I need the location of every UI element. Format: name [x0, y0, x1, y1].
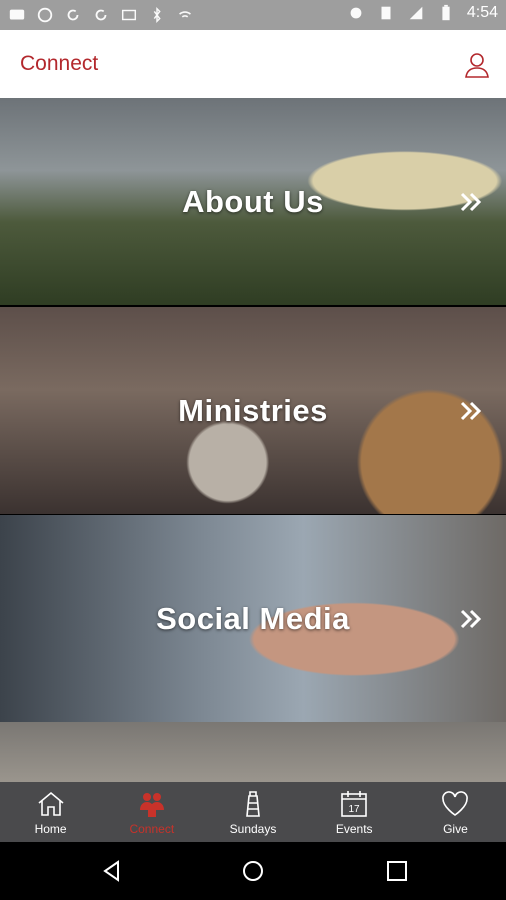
- tile-ministries[interactable]: Ministries: [0, 307, 506, 514]
- circle-icon: [350, 7, 362, 19]
- wifi-icon: [179, 11, 191, 18]
- tile-partial[interactable]: [0, 722, 506, 782]
- battery-icon: [442, 4, 450, 21]
- double-chevron-right-icon: [460, 192, 482, 211]
- tile-social-media[interactable]: Social Media: [0, 515, 506, 722]
- back-icon[interactable]: [100, 859, 124, 883]
- calendar-icon: 17: [341, 791, 368, 817]
- profile-icon[interactable]: [462, 50, 492, 80]
- home-icon: [38, 791, 64, 816]
- tab-give[interactable]: Give: [405, 782, 506, 842]
- tab-label: Events: [335, 822, 373, 836]
- bluetooth-icon: [153, 6, 161, 24]
- home-nav-icon[interactable]: [241, 859, 265, 883]
- tab-label: Home: [34, 822, 67, 836]
- sim-icon: [381, 6, 391, 20]
- status-bar: 4:54: [0, 0, 506, 30]
- system-nav-bar: [0, 842, 506, 900]
- tab-label: Give: [443, 822, 468, 836]
- tab-home[interactable]: Home: [0, 782, 101, 842]
- email-icon: [121, 9, 137, 21]
- status-right-icons: 4:54: [347, 4, 498, 22]
- bottom-tab-bar: Home Connect Sundays 17 Events Give: [0, 782, 506, 842]
- calendar-day: 17: [349, 804, 361, 815]
- signal-icon: [409, 6, 423, 20]
- lighthouse-icon: [246, 791, 260, 817]
- status-left-icons: [8, 6, 194, 24]
- recents-icon[interactable]: [385, 859, 409, 883]
- status-time: 4:54: [466, 4, 498, 21]
- people-icon: [139, 793, 164, 817]
- double-chevron-right-icon: [460, 609, 482, 628]
- tab-connect[interactable]: Connect: [101, 782, 202, 842]
- tab-sundays[interactable]: Sundays: [202, 782, 303, 842]
- double-chevron-right-icon: [460, 401, 482, 420]
- tile-about-us[interactable]: About Us: [0, 98, 506, 305]
- tab-label: Connect: [129, 822, 175, 836]
- tile-label: Ministries: [178, 392, 328, 428]
- wordpress-icon: [37, 7, 53, 23]
- refresh-icon: [67, 9, 79, 21]
- app-bar: Connect: [0, 30, 506, 99]
- tile-label: Social Media: [156, 600, 350, 636]
- tile-label: About Us: [182, 183, 324, 219]
- heart-icon: [442, 791, 469, 816]
- tab-events[interactable]: 17 Events: [304, 782, 405, 842]
- chat-icon: [9, 9, 25, 20]
- refresh-icon: [95, 9, 107, 21]
- tab-label: Sundays: [229, 822, 277, 836]
- page-title: Connect: [20, 52, 99, 75]
